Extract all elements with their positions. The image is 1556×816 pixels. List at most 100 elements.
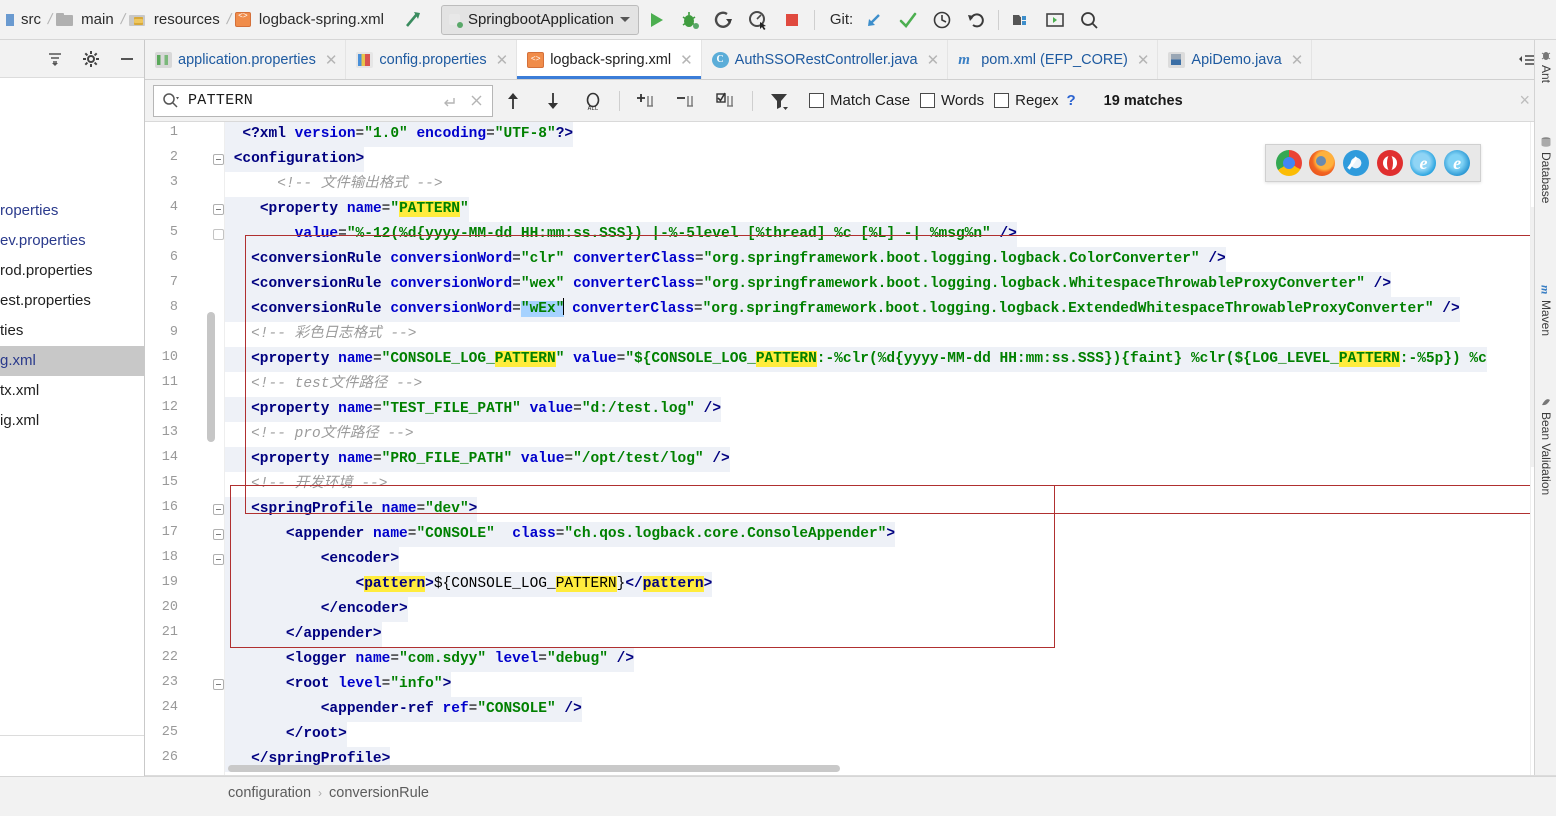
debug-button[interactable] <box>673 3 707 37</box>
list-item-selected[interactable]: g.xml <box>0 346 144 376</box>
make-project-button[interactable] <box>401 9 427 31</box>
code-text[interactable]: <?xml version="1.0" encoding="UTF-8"?> <… <box>225 122 1556 776</box>
search-everywhere-button[interactable] <box>1072 3 1106 37</box>
close-icon[interactable]: ✕ <box>325 51 338 69</box>
breadcrumb-item-resources[interactable]: resources <box>127 0 225 39</box>
clear-search-icon[interactable] <box>466 91 486 111</box>
select-lines-button[interactable] <box>711 86 741 116</box>
project-structure-button[interactable] <box>1004 3 1038 37</box>
editor-scrollbar-thumb[interactable] <box>207 312 215 442</box>
opera-icon[interactable] <box>1377 150 1403 176</box>
breadcrumb-label: src <box>18 11 44 28</box>
gear-icon[interactable] <box>80 48 102 70</box>
list-item[interactable]: est.properties <box>0 286 144 316</box>
list-item[interactable]: ev.properties <box>0 226 144 256</box>
add-selection-button[interactable] <box>631 86 661 116</box>
list-item[interactable]: roperties <box>0 196 144 226</box>
breadcrumb-item-file[interactable]: logback-spring.xml <box>233 0 389 39</box>
git-rollback-button[interactable] <box>959 3 993 37</box>
run-configuration-selector[interactable]: SpringbootApplication <box>441 5 639 35</box>
fold-marker[interactable] <box>213 554 224 565</box>
run-with-coverage-button[interactable] <box>707 3 741 37</box>
close-icon[interactable]: ✕ <box>496 51 509 69</box>
git-update-project-button[interactable] <box>857 3 891 37</box>
tab-authssorestcontroller-java[interactable]: C AuthSSORestController.java ✕ <box>702 40 949 79</box>
breadcrumb-configuration[interactable]: configuration <box>228 785 311 801</box>
fold-marker[interactable] <box>213 229 224 240</box>
stop-button[interactable] <box>775 3 809 37</box>
run-button[interactable] <box>639 3 673 37</box>
minimize-icon[interactable] <box>116 48 138 70</box>
line-number: 3 <box>145 175 178 190</box>
prev-occurrence-button[interactable] <box>498 86 528 116</box>
breadcrumb-separator-icon: / <box>119 11 127 28</box>
search-field[interactable] <box>153 85 493 117</box>
list-item[interactable]: ties <box>0 316 144 346</box>
ie-icon[interactable]: e <box>1410 150 1436 176</box>
search-history-icon[interactable] <box>440 91 460 111</box>
search-input[interactable] <box>186 91 434 110</box>
tab-application-properties[interactable]: application.properties ✕ <box>145 40 346 79</box>
fold-marker[interactable] <box>213 679 224 690</box>
editor-breadcrumb: configuration › conversionRule <box>228 785 429 801</box>
next-occurrence-button[interactable] <box>538 86 568 116</box>
tab-config-properties[interactable]: config.properties ✕ <box>346 40 517 79</box>
profile-button[interactable] <box>741 3 775 37</box>
tab-pom-xml[interactable]: m pom.xml (EFP_CORE) ✕ <box>948 40 1158 79</box>
close-icon[interactable]: ✕ <box>680 51 693 69</box>
chrome-icon[interactable] <box>1276 150 1302 176</box>
regex-help-icon[interactable]: ? <box>1066 92 1075 109</box>
tab-apidemo-java[interactable]: ApiDemo.java ✕ <box>1158 40 1312 79</box>
code-line-10: <property name="CONSOLE_LOG_PATTERN" val… <box>225 347 1556 372</box>
tool-window-database[interactable]: Database <box>1535 135 1556 243</box>
close-icon[interactable]: ✕ <box>1291 51 1304 69</box>
tab-label: application.properties <box>178 52 316 68</box>
breadcrumb-item-src[interactable]: src <box>4 0 46 39</box>
line-number: 26 <box>145 750 178 765</box>
resources-folder-icon <box>129 13 146 27</box>
safari-icon[interactable] <box>1343 150 1369 176</box>
breadcrumb-item-main[interactable]: main <box>54 0 119 39</box>
select-all-occurrences-button[interactable]: ALL <box>578 86 608 116</box>
fold-marker[interactable] <box>213 204 224 215</box>
words-label: Words <box>941 92 984 109</box>
close-find-bar-icon[interactable]: × <box>1519 90 1530 111</box>
divider <box>0 735 145 736</box>
code-line-22: <logger name="com.sdyy" level="debug" /> <box>225 647 1556 672</box>
tab-logback-spring-xml[interactable]: logback-spring.xml ✕ <box>517 40 701 79</box>
filter-button[interactable] <box>764 86 794 116</box>
tool-window-maven[interactable]: m Maven <box>1535 283 1556 365</box>
project-pane-toolbar <box>0 40 144 78</box>
find-bar: ALL Match Case Words Regex ? 19 matches <box>145 80 1556 122</box>
editor-horizontal-scrollbar[interactable] <box>228 765 840 772</box>
match-case-checkbox[interactable]: Match Case <box>809 92 910 109</box>
remove-selection-button[interactable] <box>671 86 701 116</box>
line-number: 8 <box>145 300 178 315</box>
firefox-icon[interactable] <box>1309 150 1335 176</box>
tool-window-bean-validation[interactable]: Bean Validation <box>1535 395 1556 527</box>
code-line-7: <conversionRule conversionWord="wex" con… <box>225 272 1556 297</box>
list-item[interactable]: rod.properties <box>0 256 144 286</box>
tool-window-ant[interactable]: Ant <box>1535 48 1556 106</box>
code-editor[interactable]: 1 2 3 4 5 6 7 8 9 10 11 12 13 14 15 16 1… <box>145 122 1556 776</box>
regex-checkbox[interactable]: Regex <box>994 92 1058 109</box>
fold-marker[interactable] <box>213 504 224 515</box>
list-item[interactable]: ig.xml <box>0 406 144 436</box>
breadcrumb-conversion-rule[interactable]: conversionRule <box>329 785 429 801</box>
browser-popup[interactable]: e e <box>1265 144 1481 182</box>
close-icon[interactable]: ✕ <box>927 51 940 69</box>
terminal-button[interactable] <box>1038 3 1072 37</box>
right-tool-strip: Ant Database m Maven Bean Validation <box>1534 40 1556 776</box>
words-checkbox[interactable]: Words <box>920 92 984 109</box>
list-item[interactable]: tx.xml <box>0 376 144 406</box>
close-icon[interactable]: ✕ <box>1137 51 1150 69</box>
line-number: 12 <box>145 400 178 415</box>
collapse-all-button[interactable] <box>44 48 66 70</box>
fold-marker[interactable] <box>213 529 224 540</box>
git-commit-button[interactable] <box>891 3 925 37</box>
edge-icon[interactable]: e <box>1444 150 1470 176</box>
git-history-button[interactable] <box>925 3 959 37</box>
fold-marker[interactable] <box>213 154 224 165</box>
tab-label: AuthSSORestController.java <box>735 52 918 68</box>
editor-gutter: 1 2 3 4 5 6 7 8 9 10 11 12 13 14 15 16 1… <box>145 122 225 776</box>
